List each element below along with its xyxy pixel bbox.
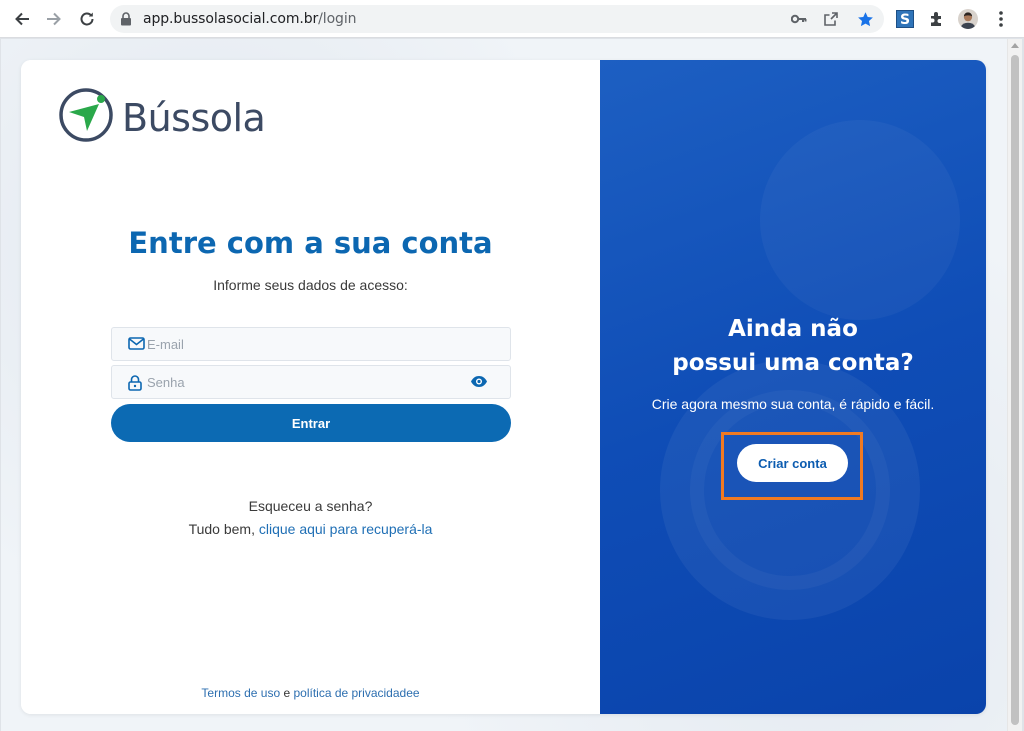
profile-avatar[interactable]: [958, 9, 978, 29]
scroll-up-arrow-icon[interactable]: [1011, 43, 1019, 48]
page-viewport: Bússola Entre com a sua conta Informe se…: [1, 39, 1022, 731]
create-account-button[interactable]: Criar conta: [737, 444, 848, 482]
footer-conjunction: e: [280, 686, 294, 700]
brand-name: Bússola: [122, 95, 266, 140]
signup-title-line1: Ainda não: [728, 316, 858, 342]
share-icon[interactable]: [822, 10, 840, 28]
url-text[interactable]: app.bussolasocial.com.br/login: [143, 11, 356, 27]
back-arrow-icon[interactable]: [10, 7, 34, 31]
forgot-password-block: Esqueceu a senha? Tudo bem, clique aqui …: [21, 495, 600, 541]
background-decoration: [760, 120, 960, 320]
recover-password-link[interactable]: clique aqui para recuperá-la: [259, 521, 433, 537]
signup-subtitle: Crie agora mesmo sua conta, é rápido e f…: [651, 396, 935, 412]
menu-kebab-icon[interactable]: [991, 9, 1011, 29]
recover-prefix: Tudo bem,: [188, 521, 259, 537]
forward-arrow-icon[interactable]: [42, 7, 66, 31]
password-field[interactable]: [111, 365, 511, 399]
terms-of-use-link[interactable]: Termos de uso: [201, 686, 280, 700]
compass-logo-icon: [58, 87, 114, 148]
login-subtitle: Informe seus dados de acesso:: [213, 277, 408, 293]
envelope-icon: [128, 337, 145, 355]
svg-text:S: S: [900, 12, 910, 28]
login-card: Bússola Entre com a sua conta Informe se…: [21, 60, 986, 714]
bookmark-star-icon[interactable]: [856, 10, 874, 28]
signup-title: Ainda não possui uma conta?: [600, 312, 986, 380]
signup-panel: Ainda não possui uma conta? Crie agora m…: [600, 60, 986, 714]
padlock-icon: [128, 375, 142, 396]
vertical-scrollbar[interactable]: [1007, 39, 1022, 731]
password-input[interactable]: [147, 366, 467, 398]
extension-s-icon[interactable]: S: [895, 9, 915, 29]
signup-title-line2: possui uma conta?: [672, 350, 914, 376]
extensions-puzzle-icon[interactable]: [927, 9, 947, 29]
brand-logo[interactable]: Bússola: [58, 87, 266, 148]
recover-line: Tudo bem, clique aqui para recuperá-la: [21, 518, 600, 541]
login-title: Entre com a sua conta: [128, 226, 493, 260]
reload-icon[interactable]: [75, 7, 99, 31]
login-submit-button[interactable]: Entrar: [111, 404, 511, 442]
email-input[interactable]: [147, 328, 467, 360]
privacy-policy-link[interactable]: política de privacidadee: [293, 686, 419, 700]
lock-icon[interactable]: [120, 12, 132, 31]
legal-footer: Termos de uso e política de privacidadee: [21, 686, 600, 700]
browser-toolbar: app.bussolasocial.com.br/login S: [0, 0, 1024, 38]
scrollbar-thumb[interactable]: [1011, 55, 1019, 725]
email-field[interactable]: [111, 327, 511, 361]
address-bar[interactable]: app.bussolasocial.com.br/login: [110, 5, 884, 33]
forgot-password-text: Esqueceu a senha?: [248, 498, 373, 514]
key-icon[interactable]: [790, 10, 808, 28]
show-password-eye-icon[interactable]: [470, 375, 488, 393]
login-panel: Bússola Entre com a sua conta Informe se…: [21, 60, 600, 714]
